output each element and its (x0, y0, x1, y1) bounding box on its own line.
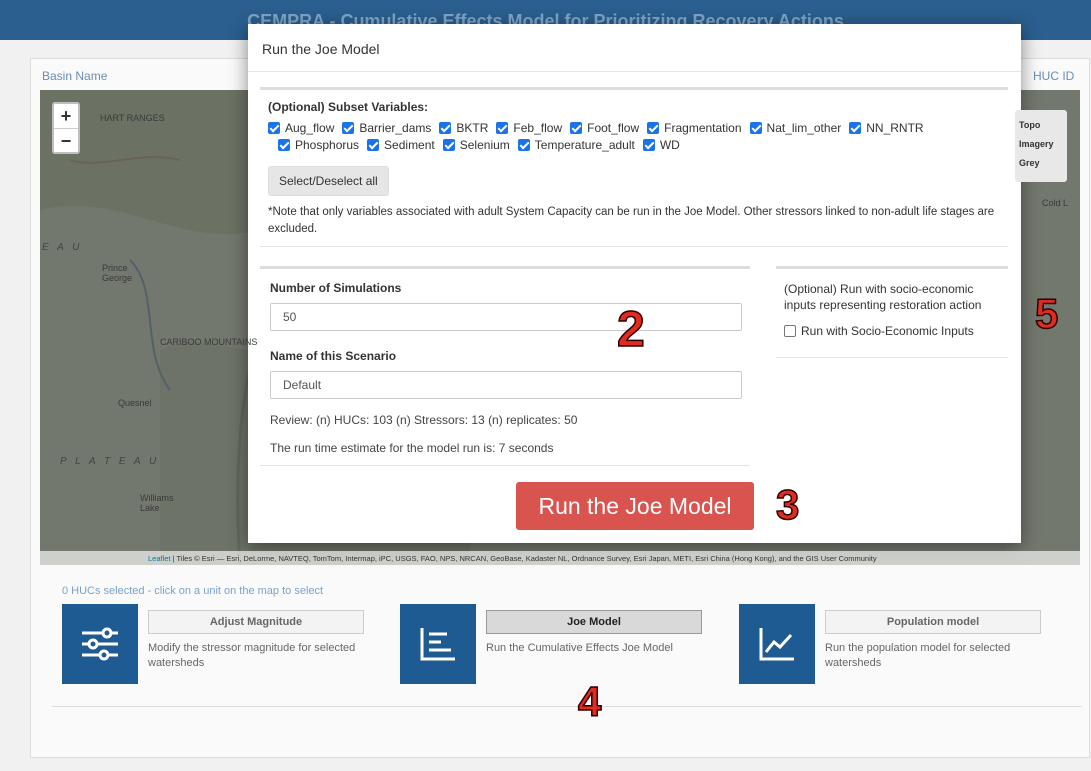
map-attribution: Leaflet | Tiles © Esri — Esri, DeLorme, … (40, 551, 1080, 565)
variable-checkbox[interactable]: Sediment (367, 137, 435, 154)
dialog-title: Run the Joe Model (248, 24, 1021, 72)
socio-economic-checkbox[interactable]: Run with Socio-Economic Inputs (784, 323, 1000, 339)
sliders-icon (62, 604, 138, 684)
basin-name-label: Basin Name (42, 69, 108, 83)
select-deselect-all-button[interactable]: Select/Deselect all (268, 166, 389, 196)
variable-label: Temperature_adult (534, 138, 635, 152)
subset-title: (Optional) Subset Variables: (268, 100, 429, 114)
variable-checkbox[interactable]: BKTR (439, 120, 488, 137)
zoom-out-button[interactable]: − (54, 128, 78, 152)
leaflet-link[interactable]: Leaflet (148, 554, 171, 563)
map-label: Cold L (1042, 198, 1069, 208)
simulations-label: Number of Simulations (270, 281, 402, 295)
variable-label: Selenium (459, 138, 510, 152)
checkbox-checked-icon[interactable] (642, 139, 655, 151)
annotation-4: 4 (577, 677, 602, 726)
variable-checkbox[interactable]: Selenium (442, 137, 510, 154)
map-label: Quesnel (118, 398, 152, 408)
joe-model-button[interactable]: Joe Model (486, 610, 702, 634)
map-label: Prince George (102, 263, 133, 283)
huc-id-label: HUC ID (1033, 69, 1075, 83)
card-description: Run the Cumulative Effects Joe Model (486, 642, 673, 654)
scenario-name-label: Name of this Scenario (270, 349, 397, 363)
checkbox-checked-icon[interactable] (367, 139, 380, 151)
variable-label: WD (659, 138, 680, 152)
annotation-5: 5 (1034, 289, 1059, 338)
checkbox-checked-icon[interactable] (442, 139, 455, 151)
zoom-control: + − (52, 102, 80, 154)
checkbox-checked-icon[interactable] (749, 122, 762, 134)
variable-label: NN_RNTR (866, 121, 924, 135)
socio-economic-label: Run with Socio-Economic Inputs (801, 324, 974, 338)
checkbox-checked-icon[interactable] (647, 122, 660, 134)
adjust-magnitude-button[interactable]: Adjust Magnitude (148, 610, 364, 634)
zoom-in-button[interactable]: + (54, 104, 78, 128)
variable-label: Feb_flow (513, 121, 563, 135)
map-region-label: E A U (42, 242, 83, 253)
checkbox-checked-icon[interactable] (570, 122, 583, 134)
variable-label: Barrier_dams (359, 121, 432, 135)
checkbox-unchecked-icon[interactable] (784, 325, 796, 337)
review-summary: Review: (n) HUCs: 103 (n) Stressors: 13 … (270, 413, 578, 427)
layer-option-imagery[interactable]: Imagery (1019, 135, 1063, 154)
variable-label: Aug_flow (285, 121, 335, 135)
scenario-name-input[interactable]: Default (270, 371, 742, 399)
variable-label: Fragmentation (664, 121, 742, 135)
card-description: Run the population model for selected wa… (825, 642, 1011, 669)
simulations-input[interactable]: 50 (270, 303, 742, 331)
layer-option-grey[interactable]: Grey (1019, 154, 1063, 173)
adjust-magnitude-card: Adjust Magnitude Modify the stressor mag… (62, 604, 372, 684)
variable-checkbox[interactable]: Aug_flow (268, 120, 334, 137)
subset-variables-panel: (Optional) Subset Variables: Aug_flow Bar… (260, 87, 1008, 247)
attribution-text: | Tiles © Esri — Esri, DeLorme, NAVTEQ, … (170, 554, 877, 563)
variable-label: Sediment (384, 138, 435, 152)
map-region-label: P L A T E A U (60, 456, 160, 467)
annotation-2: 2 (616, 300, 645, 358)
variable-label: BKTR (456, 121, 489, 135)
checkbox-checked-icon[interactable] (517, 139, 530, 151)
bar-list-icon (400, 604, 476, 684)
variable-label: Nat_lim_other (766, 121, 842, 135)
annotation-3: 3 (775, 480, 800, 529)
population-model-button[interactable]: Population model (825, 610, 1041, 634)
checkbox-checked-icon[interactable] (278, 139, 290, 151)
variable-checkbox[interactable]: Temperature_adult (517, 137, 635, 154)
checkbox-checked-icon[interactable] (849, 122, 862, 134)
variable-checkbox[interactable]: Barrier_dams (342, 120, 431, 137)
layer-option-topo[interactable]: Topo (1019, 116, 1063, 135)
variable-label: Foot_flow (587, 121, 640, 135)
run-joe-model-dialog: Run the Joe Model (Optional) Subset Vari… (248, 24, 1021, 543)
joe-model-card: Joe Model Run the Cumulative Effects Joe… (400, 604, 710, 684)
variable-checkbox[interactable]: Foot_flow (570, 120, 639, 137)
variable-checkbox[interactable]: Nat_lim_other (749, 120, 842, 137)
variable-label: Phosphorus (295, 138, 360, 152)
divider (52, 706, 1082, 707)
line-chart-icon (739, 604, 815, 684)
socio-economic-description: (Optional) Run with socio-economic input… (784, 282, 982, 312)
checkbox-checked-icon[interactable] (342, 122, 355, 134)
variable-checkboxes: Aug_flow Barrier_dams BKTR Feb_flow Foot_flo… (268, 120, 1000, 154)
checkbox-checked-icon[interactable] (496, 122, 509, 134)
checkbox-checked-icon[interactable] (439, 122, 452, 134)
simulation-settings-panel: Number of Simulations 50 Name of this Sc… (260, 266, 750, 466)
huc-selection-hint: 0 HUCs selected - click on a unit on the… (62, 585, 324, 597)
socio-economic-panel: (Optional) Run with socio-economic input… (776, 266, 1008, 358)
variable-checkbox[interactable]: Fragmentation (647, 120, 742, 137)
subset-note: *Note that only variables associated wit… (268, 206, 995, 235)
map-label: Williams Lake (140, 493, 174, 513)
checkbox-checked-icon[interactable] (268, 122, 280, 134)
runtime-estimate: The run time estimate for the model run … (270, 441, 554, 455)
map-label: HART RANGES (100, 113, 165, 123)
variable-checkbox[interactable]: Feb_flow (496, 120, 562, 137)
variable-checkbox[interactable]: WD (642, 137, 680, 154)
population-model-card: Population model Run the population mode… (739, 604, 1049, 684)
variable-checkbox[interactable]: NN_RNTR (849, 120, 924, 137)
variable-checkbox[interactable]: Phosphorus (278, 137, 359, 154)
map-label: CARIBOO MOUNTAINS (160, 337, 258, 347)
run-joe-model-button[interactable]: Run the Joe Model (516, 482, 754, 530)
card-description: Modify the stressor magnitude for select… (148, 642, 356, 669)
basemap-layer-control[interactable]: Topo Imagery Grey (1015, 110, 1067, 182)
